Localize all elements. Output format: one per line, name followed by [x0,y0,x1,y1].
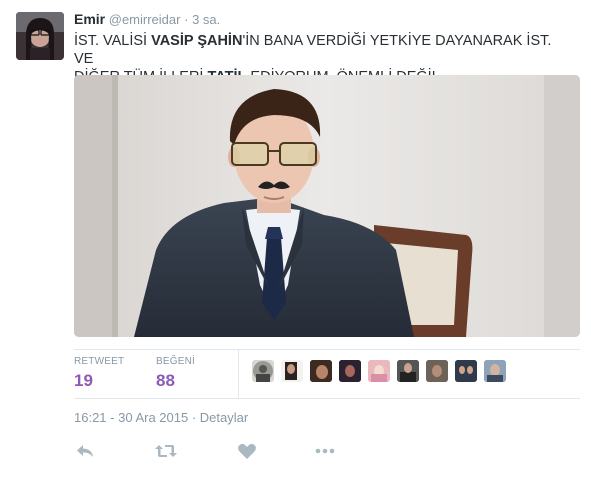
heart-icon [238,443,256,459]
user-fullname[interactable]: Emir [74,11,105,27]
like-label: BEĞENİ [156,356,195,367]
retweet-label: RETWEET [74,356,125,367]
liker-avatar[interactable] [368,360,390,382]
liker-avatar[interactable] [252,360,274,382]
liker-avatar[interactable] [426,360,448,382]
reply-button[interactable] [74,440,96,462]
more-button[interactable] [314,440,336,462]
liker-avatar[interactable] [281,360,303,382]
liker-avatar[interactable] [455,360,477,382]
tweet-bold-name: VASİP ŞAHİN [151,33,243,49]
reply-icon [77,445,93,457]
avatar[interactable] [16,12,64,60]
tweet-text-line-1: İST. VALİSİ VASİP ŞAHİN'İN BANA VERDİĞİ … [74,33,552,67]
liker-avatar[interactable] [484,360,506,382]
tweet: Emir @emirreidar · 3 sa. İST. VALİSİ VAS… [0,0,591,480]
liker-avatar[interactable] [397,360,419,382]
tweet-time[interactable]: 3 sa. [192,12,220,27]
like-stat[interactable]: BEĞENİ 88 [156,356,195,391]
tweet-media-photo[interactable] [74,75,580,337]
stats-divider [238,350,239,398]
details-link[interactable]: Detaylar [200,410,248,425]
retweet-count: 19 [74,371,93,390]
tweet-actions [74,440,374,462]
tweet-meta: 16:21 - 30 Ara 2015 · Detaylar [74,410,248,425]
user-handle[interactable]: @emirreidar [109,12,181,27]
separator: · [184,12,189,27]
retweet-icon [155,445,177,457]
tweet-stats: RETWEET 19 BEĞENİ 88 [74,349,580,399]
retweet-stat[interactable]: RETWEET 19 [74,356,124,391]
like-button[interactable] [236,440,258,462]
tweet-header: Emir @emirreidar · 3 sa. [74,11,220,27]
more-icon [315,448,335,454]
avatar-image [16,12,64,60]
photo-image [74,75,580,337]
tweet-timestamp[interactable]: 16:21 - 30 Ara 2015 [74,410,188,425]
liker-avatar[interactable] [339,360,361,382]
liker-avatar[interactable] [310,360,332,382]
retweet-button[interactable] [154,440,177,462]
meta-separator: · [191,410,197,425]
like-count: 88 [156,371,175,390]
